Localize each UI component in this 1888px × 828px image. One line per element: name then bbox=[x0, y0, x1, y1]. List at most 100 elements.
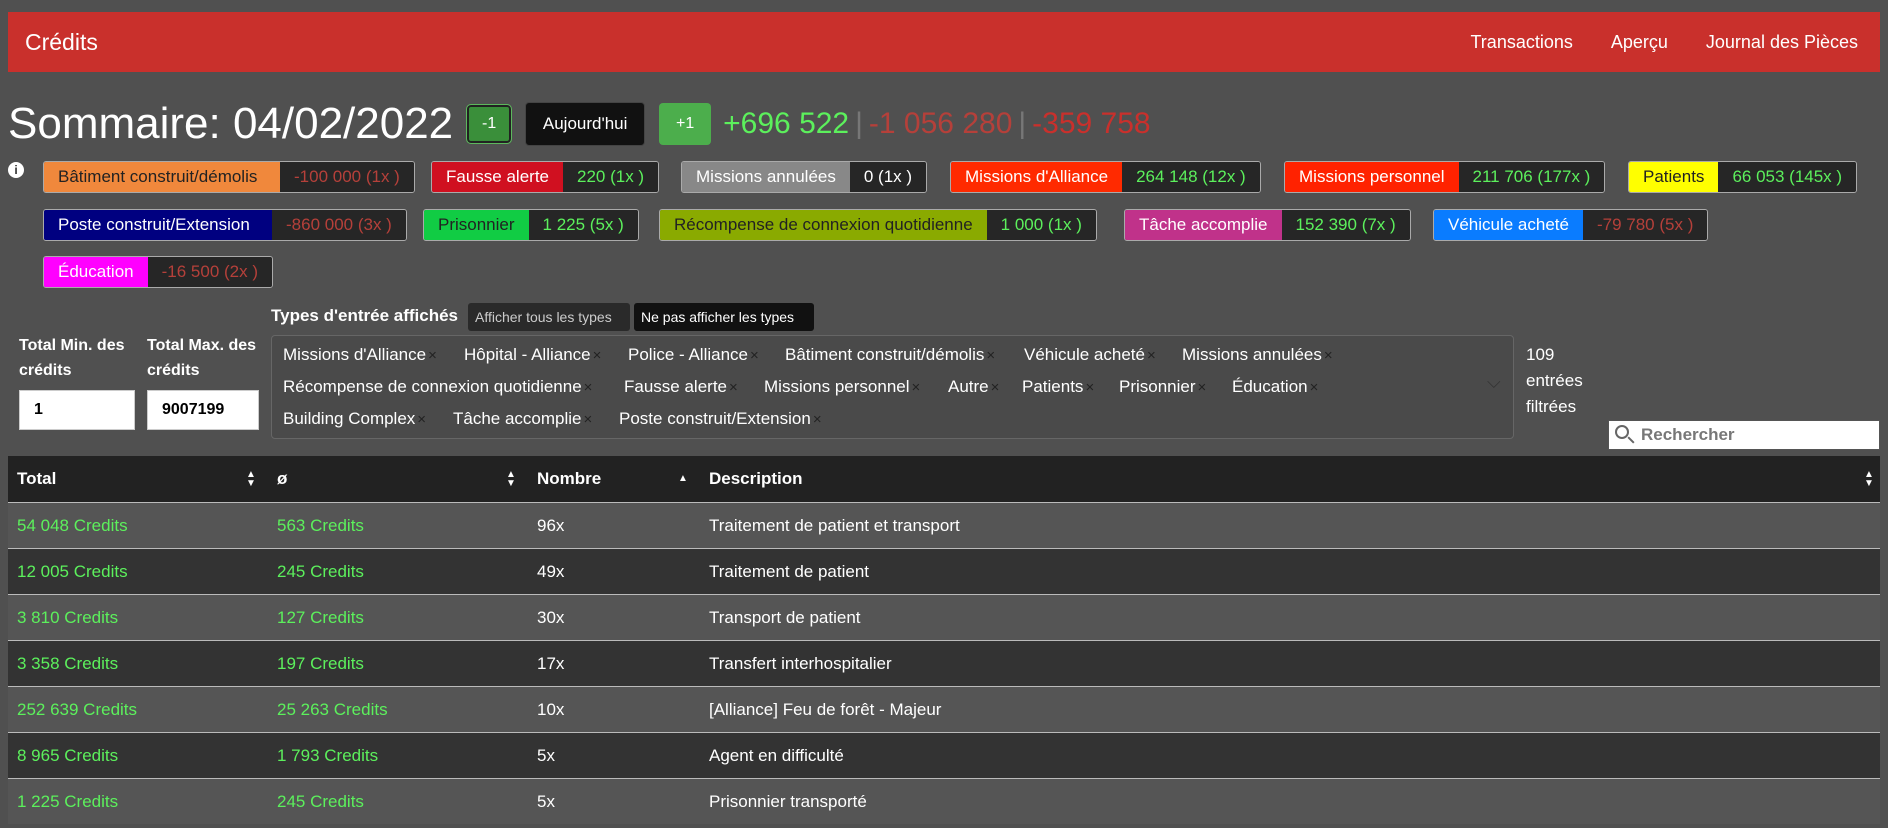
nav-link-apercu[interactable]: Aperçu bbox=[1611, 32, 1668, 53]
cell-total: 54 048 Credits bbox=[17, 516, 128, 535]
brand-title[interactable]: Crédits bbox=[25, 29, 98, 56]
nav-link-transactions[interactable]: Transactions bbox=[1470, 32, 1572, 53]
cell-description: Transport de patient bbox=[709, 608, 861, 627]
badge-label: Missions personnel bbox=[1285, 162, 1459, 192]
badge-value: 1 000 (1x ) bbox=[986, 210, 1096, 240]
hide-all-types-button[interactable]: Ne pas afficher les types bbox=[634, 303, 814, 331]
badge-prisonnier[interactable]: Prisonnier 1 225 (5x ) bbox=[423, 209, 639, 241]
sort-icon[interactable]: ▲ ▼ bbox=[506, 470, 516, 489]
type-chip[interactable]: Building Complex × bbox=[283, 409, 426, 429]
badge-fausse-alerte[interactable]: Fausse alerte 220 (1x ) bbox=[431, 161, 660, 193]
chip-label: Fausse alerte bbox=[624, 377, 727, 396]
table-row[interactable]: 8 965 Credits 1 793 Credits 5x Agent en … bbox=[8, 732, 1880, 778]
previous-day-button[interactable]: -1 bbox=[466, 104, 513, 144]
badge-batiment[interactable]: Bâtiment construit/démolis -100 000 (1x … bbox=[43, 161, 415, 193]
remove-chip-icon[interactable]: × bbox=[729, 379, 738, 396]
column-header-average[interactable]: ø bbox=[277, 456, 287, 502]
page: Crédits Transactions Aperçu Journal des … bbox=[0, 0, 1888, 828]
badge-tache-accomplie[interactable]: Tâche accomplie 152 390 (7x ) bbox=[1124, 209, 1411, 241]
cell-count: 49x bbox=[537, 562, 565, 581]
chip-label: Tâche accomplie bbox=[453, 409, 582, 428]
table-row[interactable]: 54 048 Credits 563 Credits 96x Traitemen… bbox=[8, 502, 1880, 548]
badge-value: 1 225 (5x ) bbox=[528, 210, 638, 240]
badge-label: Éducation bbox=[44, 257, 148, 287]
remove-chip-icon[interactable]: × bbox=[593, 347, 602, 364]
cell-count: 10x bbox=[537, 700, 565, 719]
badge-education[interactable]: Éducation -16 500 (2x ) bbox=[43, 256, 274, 288]
chip-label: Missions d'Alliance bbox=[283, 345, 427, 364]
type-chip[interactable]: Police - Alliance × bbox=[628, 345, 759, 365]
type-chip[interactable]: Missions annulées × bbox=[1182, 345, 1333, 365]
badge-label: Poste construit/Extension bbox=[44, 210, 272, 240]
type-chip[interactable]: Véhicule acheté × bbox=[1024, 345, 1156, 365]
type-chip[interactable]: Prisonnier × bbox=[1119, 377, 1206, 397]
remove-chip-icon[interactable]: × bbox=[584, 411, 593, 428]
table-row[interactable]: 3 358 Credits 197 Credits 17x Transfert … bbox=[8, 640, 1880, 686]
sort-icon[interactable]: ▲ ▼ bbox=[246, 470, 256, 489]
remove-chip-icon[interactable]: × bbox=[986, 347, 995, 364]
remove-chip-icon[interactable]: × bbox=[813, 411, 822, 428]
remove-chip-icon[interactable]: × bbox=[1198, 379, 1207, 396]
badge-missions-annulees[interactable]: Missions annulées 0 (1x ) bbox=[681, 161, 928, 193]
remove-chip-icon[interactable]: × bbox=[1147, 347, 1156, 364]
remove-chip-icon[interactable]: × bbox=[1310, 379, 1319, 396]
type-chip[interactable]: Missions d'Alliance × bbox=[283, 345, 437, 365]
search-input[interactable]: Rechercher bbox=[1608, 420, 1880, 450]
remove-chip-icon[interactable]: × bbox=[428, 347, 437, 364]
type-chip[interactable]: Patients × bbox=[1022, 377, 1094, 397]
type-chip[interactable]: Bâtiment construit/démolis × bbox=[785, 345, 995, 365]
badge-patients[interactable]: Patients 66 053 (145x ) bbox=[1628, 161, 1858, 193]
type-chip[interactable]: Missions personnel × bbox=[764, 377, 920, 397]
type-chip[interactable]: Éducation × bbox=[1232, 377, 1318, 397]
nav-links: Transactions Aperçu Journal des Pièces bbox=[1432, 32, 1858, 53]
chip-label: Bâtiment construit/démolis bbox=[785, 345, 985, 364]
today-button[interactable]: Aujourd'hui bbox=[525, 102, 646, 146]
badge-missions-alliance[interactable]: Missions d'Alliance 264 148 (12x ) bbox=[950, 161, 1261, 193]
remove-chip-icon[interactable]: × bbox=[912, 379, 921, 396]
badge-label: Véhicule acheté bbox=[1434, 210, 1583, 240]
type-chip[interactable]: Tâche accomplie × bbox=[453, 409, 592, 429]
type-chip[interactable]: Récompense de connexion quotidienne × bbox=[283, 377, 592, 397]
badge-vehicule[interactable]: Véhicule acheté -79 780 (5x ) bbox=[1433, 209, 1709, 241]
column-header-description[interactable]: Description bbox=[709, 456, 803, 502]
remove-chip-icon[interactable]: × bbox=[417, 411, 426, 428]
show-all-types-button[interactable]: Afficher tous les types bbox=[468, 303, 630, 331]
chip-label: Missions personnel bbox=[764, 377, 910, 396]
sort-icon[interactable]: ▲ ▼ bbox=[1864, 470, 1874, 489]
sort-ascending-icon[interactable]: ▲ bbox=[678, 474, 688, 484]
remove-chip-icon[interactable]: × bbox=[1085, 379, 1094, 396]
badge-missions-personnel[interactable]: Missions personnel 211 706 (177x ) bbox=[1284, 161, 1606, 193]
cell-description: Agent en difficulté bbox=[709, 746, 844, 765]
type-chip[interactable]: Autre × bbox=[948, 377, 999, 397]
column-header-count[interactable]: Nombre bbox=[537, 456, 601, 502]
cell-total: 12 005 Credits bbox=[17, 562, 128, 581]
remove-chip-icon[interactable]: × bbox=[991, 379, 1000, 396]
chip-label: Poste construit/Extension bbox=[619, 409, 811, 428]
remove-chip-icon[interactable]: × bbox=[584, 379, 593, 396]
cell-average: 563 Credits bbox=[277, 516, 364, 535]
table-row[interactable]: 252 639 Credits 25 263 Credits 10x [Alli… bbox=[8, 686, 1880, 732]
chip-label: Police - Alliance bbox=[628, 345, 749, 364]
remove-chip-icon[interactable]: × bbox=[1324, 347, 1333, 364]
type-chip[interactable]: Poste construit/Extension × bbox=[619, 409, 822, 429]
nav-link-journal[interactable]: Journal des Pièces bbox=[1706, 32, 1858, 53]
remove-chip-icon[interactable]: × bbox=[750, 347, 759, 364]
cell-description: Prisonnier transporté bbox=[709, 792, 867, 811]
table-row[interactable]: 12 005 Credits 245 Credits 49x Traitemen… bbox=[8, 548, 1880, 594]
chevron-down-icon[interactable]: ⌵ bbox=[1487, 372, 1501, 393]
min-credits-input[interactable]: 1 bbox=[19, 390, 135, 430]
badge-value: 0 (1x ) bbox=[849, 162, 927, 192]
type-chip[interactable]: Fausse alerte × bbox=[624, 377, 738, 397]
table-row[interactable]: 1 225 Credits 245 Credits 5x Prisonnier … bbox=[8, 778, 1880, 824]
type-chip[interactable]: Hôpital - Alliance × bbox=[464, 345, 601, 365]
badge-value: 220 (1x ) bbox=[563, 162, 659, 192]
table-row[interactable]: 3 810 Credits 127 Credits 30x Transport … bbox=[8, 594, 1880, 640]
info-icon[interactable]: i bbox=[8, 162, 24, 178]
badge-poste[interactable]: Poste construit/Extension -860 000 (3x ) bbox=[43, 209, 407, 241]
column-header-total[interactable]: Total bbox=[17, 456, 56, 502]
cell-average: 197 Credits bbox=[277, 654, 364, 673]
next-day-button[interactable]: +1 bbox=[659, 103, 712, 145]
badge-value: 152 390 (7x ) bbox=[1281, 210, 1410, 240]
max-credits-input[interactable]: 9007199 bbox=[147, 390, 259, 430]
badge-recompense[interactable]: Récompense de connexion quotidienne 1 00… bbox=[659, 209, 1097, 241]
